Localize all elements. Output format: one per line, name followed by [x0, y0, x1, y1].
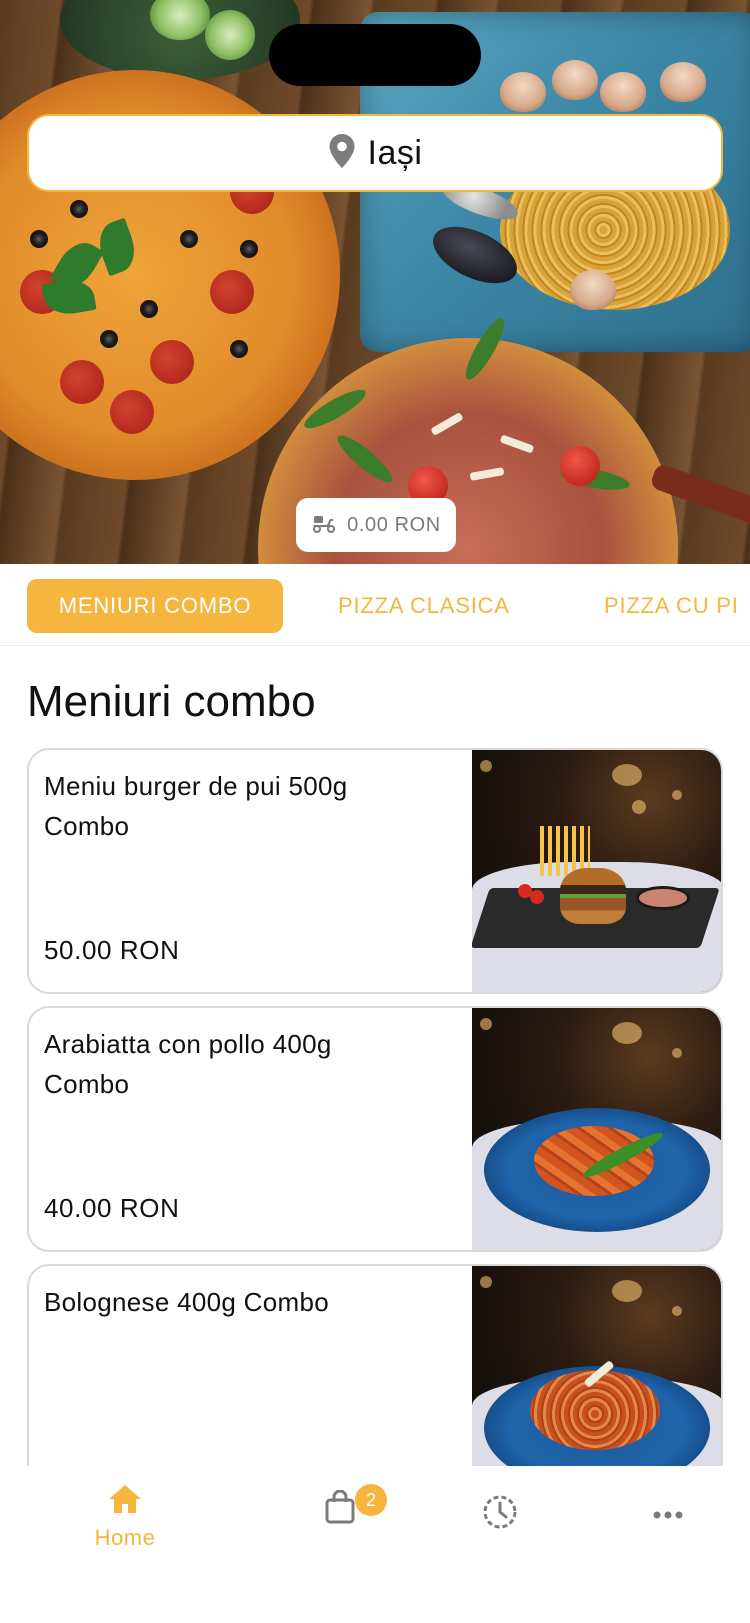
tab-meniuri-combo[interactable]: MENIURI COMBO: [27, 579, 283, 633]
bokeh-light: [612, 764, 642, 786]
pepperoni: [150, 340, 194, 384]
clam: [500, 72, 546, 112]
delivery-fee: 0.00 RON: [347, 513, 441, 536]
product-price: 50.00 RON: [44, 935, 180, 965]
product-photo: [472, 1008, 721, 1250]
location-selector[interactable]: Iași: [27, 114, 723, 192]
bottom-navigation: Home 2: [0, 1466, 750, 1623]
sauce-bowl: [636, 886, 690, 910]
product-price: 40.00 RON: [44, 1193, 180, 1223]
bokeh-light: [672, 1048, 682, 1058]
cucumber-slice: [205, 10, 255, 60]
category-tabs: MENIURI COMBO PIZZA CLASICA PIZZA CU PI: [0, 564, 750, 646]
bokeh-light: [672, 790, 682, 800]
location-name: Iași: [367, 133, 423, 172]
nav-home[interactable]: Home: [80, 1484, 170, 1551]
section-title: Meniuri combo: [27, 677, 316, 726]
penne-pasta: [534, 1126, 654, 1196]
bokeh-light: [480, 1018, 492, 1030]
clam: [660, 62, 706, 102]
pepperoni: [110, 390, 154, 434]
product-name: Meniu burger de pui 500g Combo: [44, 771, 348, 841]
more-dots-icon: [653, 1506, 683, 1524]
cherry-tomato: [530, 890, 544, 904]
olive: [140, 300, 158, 318]
product-name: Bolognese 400g Combo: [44, 1287, 329, 1317]
cart-count-badge: 2: [355, 1484, 387, 1516]
clam: [600, 72, 646, 112]
tab-pizza-clasica[interactable]: PIZZA CLASICA: [338, 579, 518, 633]
delivery-fee-chip: 0.00 RON: [296, 498, 456, 552]
product-photo: [472, 750, 721, 992]
bokeh-light: [480, 760, 492, 772]
product-name: Arabiatta con pollo 400g Combo: [44, 1029, 332, 1099]
clam: [552, 60, 598, 100]
nav-cart[interactable]: 2: [310, 1484, 387, 1530]
olive: [230, 340, 248, 358]
nav-more[interactable]: [648, 1506, 688, 1524]
nav-order-history[interactable]: [478, 1494, 522, 1535]
pepperoni: [210, 270, 254, 314]
device-notch: [269, 24, 481, 86]
bokeh-light: [612, 1022, 642, 1044]
olive: [240, 240, 258, 258]
olive: [180, 230, 198, 248]
home-icon: [108, 1484, 142, 1519]
history-clock-icon: [482, 1494, 518, 1535]
product-card[interactable]: Meniu burger de pui 500g Combo 50.00 RON: [27, 748, 723, 994]
bokeh-light: [672, 1306, 682, 1316]
product-card[interactable]: Arabiatta con pollo 400g Combo 40.00 RON: [27, 1006, 723, 1252]
shopping-bag-icon: [325, 1489, 355, 1528]
olive: [70, 200, 88, 218]
location-pin-icon: [328, 133, 356, 173]
pepperoni: [60, 360, 104, 404]
olive: [30, 230, 48, 248]
clam: [570, 270, 616, 310]
tab-pizza-cu-pi[interactable]: PIZZA CU PI: [604, 579, 750, 633]
bokeh-light: [612, 1280, 642, 1302]
cherry-tomato: [560, 446, 600, 486]
burger: [560, 868, 626, 924]
nav-home-label: Home: [94, 1525, 156, 1550]
bokeh-light: [480, 1276, 492, 1288]
bokeh-light: [632, 800, 646, 814]
delivery-scooter-icon: [311, 513, 337, 538]
olive: [100, 330, 118, 348]
